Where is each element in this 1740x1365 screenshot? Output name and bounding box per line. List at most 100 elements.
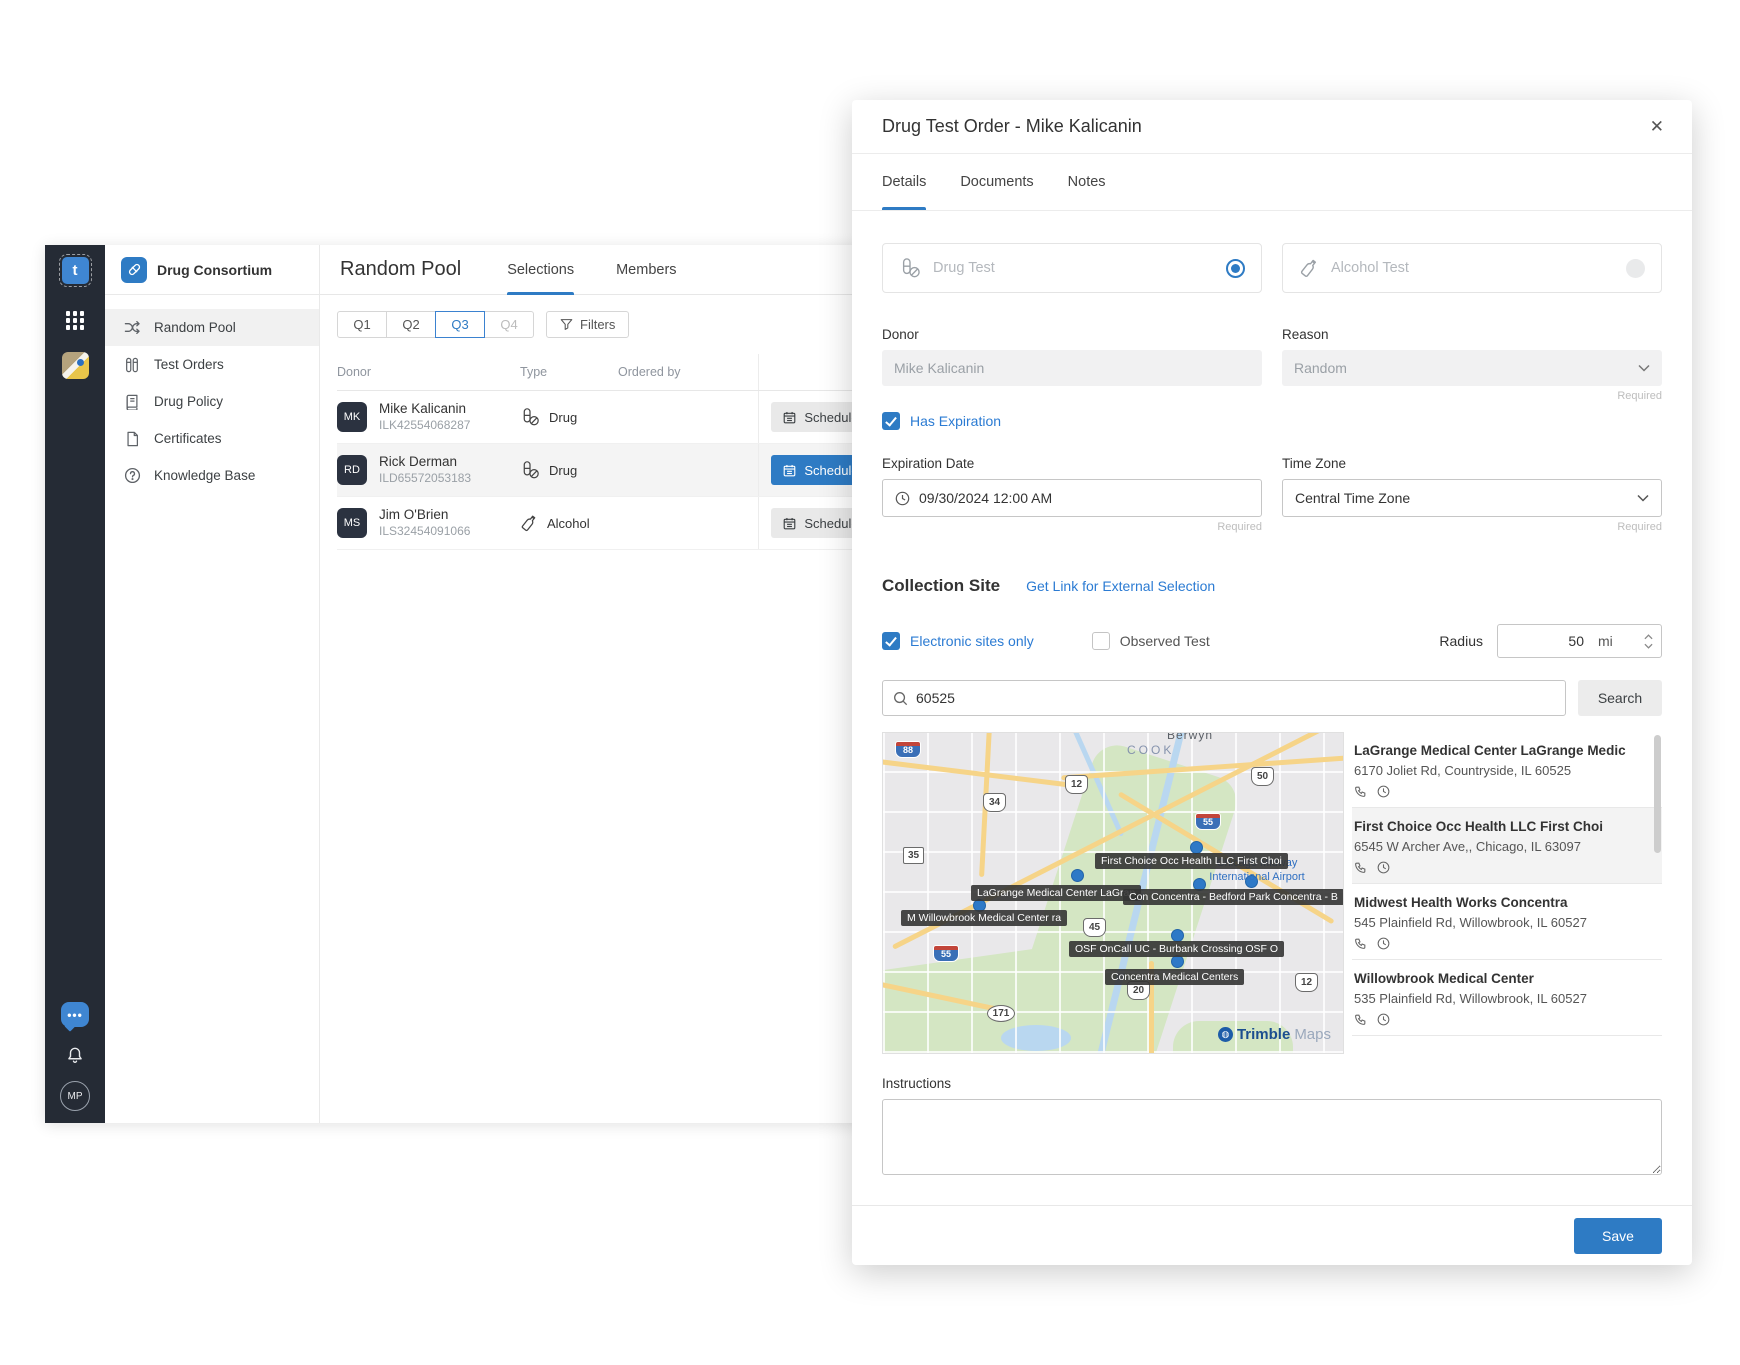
reason-required-hint: Required bbox=[1282, 390, 1662, 403]
site-list-item[interactable]: Willowbrook Medical Center 535 Plainfiel… bbox=[1352, 960, 1662, 1036]
route-shield-35: 35 bbox=[903, 847, 924, 864]
observed-test-label: Observed Test bbox=[1120, 633, 1210, 649]
map-site-chip: Concentra Medical Centers bbox=[1105, 969, 1244, 985]
reason-value: Random bbox=[1294, 360, 1347, 376]
site-address: 545 Plainfield Rd, Willowbrook, IL 60527 bbox=[1354, 915, 1646, 930]
airport-line2: International Airport bbox=[1209, 871, 1304, 883]
site-name: LaGrange Medical Center LaGrange Medic bbox=[1354, 743, 1646, 758]
col-donor: Donor bbox=[337, 365, 520, 379]
map-site-chip: OSF OnCall UC - Burbank Crossing OSF O bbox=[1069, 941, 1284, 957]
quarter-q1-button[interactable]: Q1 bbox=[337, 311, 387, 338]
quarter-q3-button[interactable]: Q3 bbox=[435, 311, 485, 338]
alcohol-test-card[interactable]: Alcohol Test bbox=[1282, 243, 1662, 293]
filters-button[interactable]: Filters bbox=[546, 311, 629, 338]
instructions-textarea[interactable] bbox=[882, 1099, 1662, 1175]
quarter-button-group: Q1 Q2 Q3 Q4 bbox=[337, 311, 534, 338]
radio-selected-icon[interactable] bbox=[1226, 259, 1245, 278]
table-row[interactable]: MK Mike Kalicanin ILK42554068287 Drug bbox=[337, 391, 883, 444]
list-scrollbar[interactable] bbox=[1654, 735, 1661, 853]
time-zone-select[interactable]: Central Time Zone bbox=[1282, 479, 1662, 517]
has-expiration-checkbox[interactable] bbox=[882, 412, 900, 430]
sidebar-item-knowledge-base[interactable]: Knowledge Base bbox=[105, 457, 319, 494]
drug-test-order-modal: Drug Test Order - Mike Kalicanin ✕ Detai… bbox=[852, 100, 1692, 1265]
quarter-q2-button[interactable]: Q2 bbox=[386, 311, 436, 338]
tab-selections[interactable]: Selections bbox=[507, 245, 574, 295]
hours-clock-icon[interactable] bbox=[1377, 861, 1390, 874]
map-label-cook: COOK bbox=[1127, 743, 1174, 757]
radius-spinner[interactable] bbox=[1644, 634, 1653, 649]
observed-test-checkbox[interactable] bbox=[1092, 632, 1110, 650]
map-canvas[interactable]: 88 12 34 50 55 35 45 55 20 171 12 Berwyn… bbox=[882, 732, 1344, 1054]
table-row[interactable]: MS Jim O'Brien ILS32454091066 Alcohol bbox=[337, 497, 883, 550]
notifications-bell-icon[interactable] bbox=[65, 1045, 85, 1065]
expiration-timezone-row: Expiration Date 09/30/2024 12:00 AM Requ… bbox=[882, 456, 1662, 534]
expiration-date-value: 09/30/2024 12:00 AM bbox=[919, 490, 1052, 506]
close-icon[interactable]: ✕ bbox=[1650, 118, 1664, 135]
radius-unit: mi bbox=[1598, 633, 1613, 649]
route-shield-us12: 12 bbox=[1065, 775, 1088, 794]
map-site-chip: Con Concentra - Bedford Park Concentra -… bbox=[1123, 889, 1344, 905]
test-type-cards: Drug Test Alcohol Test bbox=[882, 243, 1662, 293]
route-shield-i55: 55 bbox=[1195, 813, 1221, 830]
type-label: Alcohol bbox=[547, 516, 590, 531]
sidebar-item-drug-policy[interactable]: Drug Policy bbox=[105, 383, 319, 420]
chevron-down-icon bbox=[1637, 494, 1649, 502]
sidebar-item-random-pool[interactable]: Random Pool bbox=[105, 309, 319, 346]
donor-value: Mike Kalicanin bbox=[894, 360, 984, 376]
donor-name: Jim O'Brien bbox=[379, 507, 470, 524]
drug-test-card[interactable]: Drug Test bbox=[882, 243, 1262, 293]
site-name: Midwest Health Works Concentra bbox=[1354, 895, 1646, 910]
table-row[interactable]: RD Rick Derman ILD65572053183 Drug bbox=[337, 444, 883, 497]
sidebar-item-certificates[interactable]: Certificates bbox=[105, 420, 319, 457]
chat-icon[interactable]: ••• bbox=[61, 1002, 89, 1027]
map-marker[interactable] bbox=[1071, 869, 1084, 882]
phone-icon[interactable] bbox=[1354, 785, 1367, 798]
hours-clock-icon[interactable] bbox=[1377, 785, 1390, 798]
page-title: Random Pool bbox=[340, 258, 461, 281]
avatar: MK bbox=[337, 402, 367, 432]
tab-members[interactable]: Members bbox=[616, 245, 676, 295]
phone-icon[interactable] bbox=[1354, 861, 1367, 874]
map-app-icon[interactable] bbox=[62, 352, 89, 379]
time-zone-required-hint: Required bbox=[1282, 521, 1662, 534]
external-selection-link[interactable]: Get Link for External Selection bbox=[1026, 578, 1215, 594]
route-shield-us50: 50 bbox=[1251, 767, 1274, 786]
site-search-input[interactable] bbox=[916, 690, 1555, 706]
save-button[interactable]: Save bbox=[1574, 1218, 1662, 1254]
document-icon bbox=[123, 430, 141, 448]
route-shield-i88: 88 bbox=[895, 741, 921, 758]
hours-clock-icon[interactable] bbox=[1377, 937, 1390, 950]
phone-icon[interactable] bbox=[1354, 937, 1367, 950]
test-tubes-icon bbox=[123, 356, 141, 374]
site-list-item[interactable]: First Choice Occ Health LLC First Choi 6… bbox=[1352, 808, 1662, 884]
schedule-label: Schedule bbox=[804, 463, 858, 478]
collection-site-section: Collection Site Get Link for External Se… bbox=[882, 576, 1662, 596]
sidebar-item-test-orders[interactable]: Test Orders bbox=[105, 346, 319, 383]
clock-icon bbox=[895, 491, 910, 506]
modal-body: Drug Test Alcohol Test Donor Mike Kalica… bbox=[852, 211, 1692, 1205]
sidebar-item-label: Test Orders bbox=[154, 357, 224, 372]
hours-clock-icon[interactable] bbox=[1377, 1013, 1390, 1026]
expiration-date-input[interactable]: 09/30/2024 12:00 AM bbox=[882, 479, 1262, 517]
modal-header: Drug Test Order - Mike Kalicanin ✕ bbox=[852, 100, 1692, 154]
sidebar-nav: Random Pool Test Orders Drug Policy bbox=[105, 295, 319, 494]
expiration-date-label: Expiration Date bbox=[882, 456, 1262, 471]
sidebar-item-label: Certificates bbox=[154, 431, 222, 446]
t-app-logo[interactable]: t bbox=[62, 257, 89, 284]
app-grid-icon[interactable] bbox=[66, 311, 85, 330]
donor-name: Mike Kalicanin bbox=[379, 401, 470, 418]
site-options-row: Electronic sites only Observed Test Radi… bbox=[882, 624, 1662, 658]
quarter-q4-button: Q4 bbox=[484, 311, 534, 338]
site-list-item[interactable]: LaGrange Medical Center LaGrange Medic 6… bbox=[1352, 732, 1662, 808]
electronic-sites-checkbox[interactable] bbox=[882, 632, 900, 650]
radio-unselected-icon[interactable] bbox=[1626, 259, 1645, 278]
shuffle-icon bbox=[123, 319, 141, 337]
phone-icon[interactable] bbox=[1354, 1013, 1367, 1026]
site-list-item[interactable]: Midwest Health Works Concentra 545 Plain… bbox=[1352, 884, 1662, 960]
search-button[interactable]: Search bbox=[1578, 680, 1662, 716]
radius-input[interactable] bbox=[1498, 633, 1584, 649]
tab-notes[interactable]: Notes bbox=[1068, 154, 1106, 210]
user-avatar[interactable]: MP bbox=[60, 1081, 90, 1111]
tab-details[interactable]: Details bbox=[882, 154, 926, 210]
tab-documents[interactable]: Documents bbox=[960, 154, 1033, 210]
